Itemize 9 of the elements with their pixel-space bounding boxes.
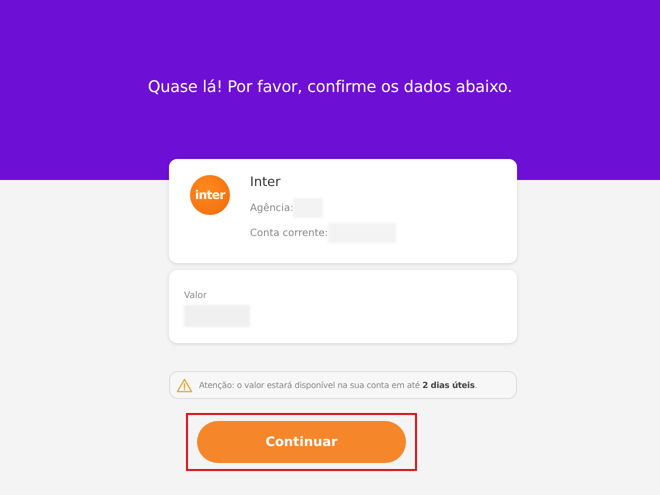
amount-label: Valor xyxy=(184,291,208,301)
field-label: Agência: xyxy=(250,202,294,214)
page-heading: Quase lá! Por favor, confirme os dados abaixo. xyxy=(148,77,512,96)
notice-text: Atenção: o valor estará disponível na sua conta em até 2 dias úteis. xyxy=(199,380,478,390)
field-label: Conta corrente: xyxy=(250,228,328,238)
continue-button[interactable]: Continuar xyxy=(197,421,406,463)
bank-name: Inter xyxy=(250,175,282,190)
bank-logo: inter xyxy=(190,175,230,215)
warning-icon xyxy=(176,378,193,392)
